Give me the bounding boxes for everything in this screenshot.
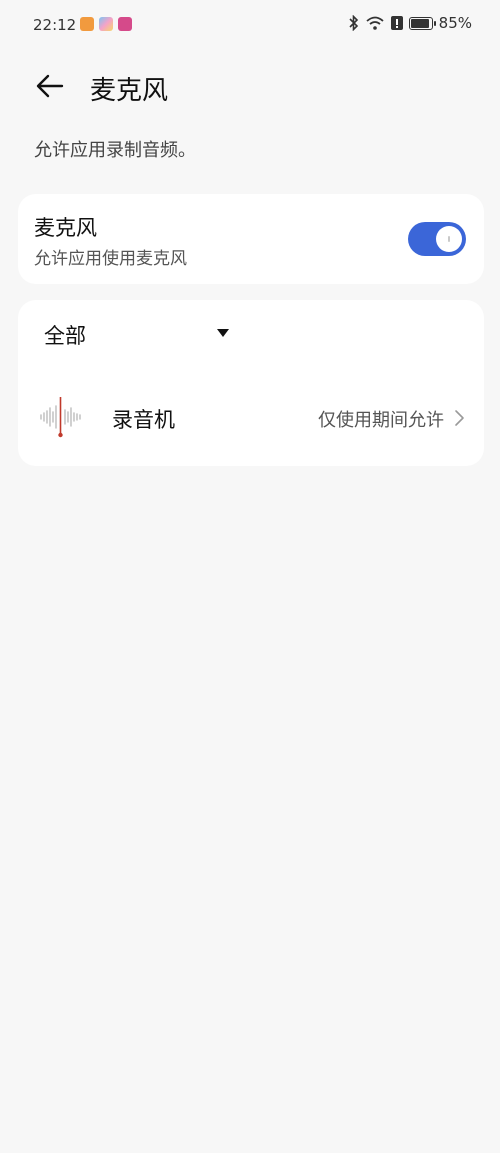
toggle-knob: [436, 226, 462, 252]
voice-recorder-icon: [40, 397, 81, 438]
microphone-toggle-switch[interactable]: [408, 222, 466, 256]
back-arrow-icon[interactable]: [34, 70, 66, 102]
microphone-toggle-card: 麦克风 允许应用使用麦克风: [18, 194, 484, 284]
bluetooth-icon: [349, 15, 358, 31]
status-icons: 85%: [349, 14, 472, 32]
chevron-right-icon: [455, 410, 464, 426]
app-list-card: 全部 录音机 仅使用期间允许: [18, 300, 484, 466]
battery-level: 85%: [438, 14, 472, 32]
microphone-toggle-sublabel: 允许应用使用麦克风: [34, 249, 187, 269]
app-name: 录音机: [112, 408, 175, 432]
status-bar: 22:12 85%: [0, 0, 500, 50]
page-title: 麦克风: [90, 76, 169, 106]
notification-app-icon: [80, 17, 94, 31]
header: 麦克风: [0, 58, 500, 114]
page-description: 允许应用录制音频。: [34, 140, 196, 161]
video-app-icon: [118, 17, 132, 31]
microphone-toggle-label: 麦克风: [34, 216, 97, 240]
battery-icon: [408, 16, 436, 30]
app-permission-status: 仅使用期间允许: [318, 410, 444, 431]
filter-selected-label: 全部: [44, 324, 86, 348]
app-filter-dropdown[interactable]: 全部: [44, 320, 86, 350]
alert-icon: [390, 16, 403, 30]
dropdown-caret-icon[interactable]: [217, 329, 229, 337]
notification-app-icon: [99, 17, 113, 31]
wifi-icon: [366, 16, 384, 30]
app-list-item[interactable]: 录音机 仅使用期间允许: [18, 382, 484, 452]
status-time: 22:12: [33, 16, 77, 34]
